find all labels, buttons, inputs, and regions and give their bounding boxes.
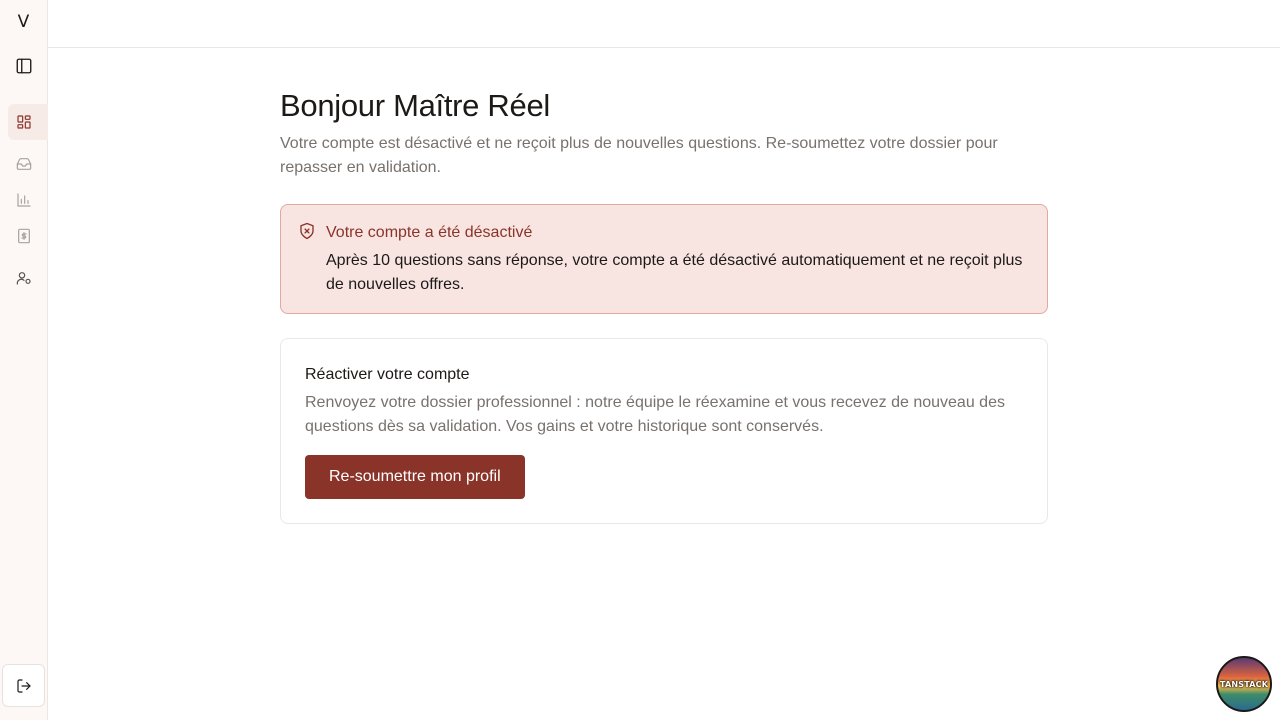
sidebar-item-earnings[interactable] (8, 218, 48, 254)
card-title: Réactiver votre compte (305, 366, 470, 383)
deactivated-alert: Votre compte a été désactivé Après 10 qu… (280, 204, 1048, 314)
top-bar (48, 0, 1280, 48)
shield-x-icon (300, 222, 314, 240)
bar-chart-icon (17, 193, 31, 207)
logout-button[interactable] (2, 664, 45, 707)
card-body: Renvoyez votre dossier professionnel : n… (305, 394, 1005, 435)
tanstack-logo: TANSTACK (1219, 680, 1269, 689)
sidebar-item-stats[interactable] (8, 182, 48, 218)
sidebar-toggle-icon (16, 58, 32, 74)
dashboard-icon (17, 115, 31, 129)
sidebar-toggle-button[interactable] (8, 50, 40, 82)
inbox-icon (16, 158, 32, 170)
logout-icon (16, 678, 31, 693)
user-settings-icon (16, 272, 31, 285)
tanstack-devtools-button[interactable]: TANSTACK (1216, 656, 1272, 712)
alert-title: Votre compte a été désactivé (326, 224, 533, 241)
reactivate-card: Réactiver votre compte Renvoyez votre do… (280, 338, 1048, 524)
main-content: Bonjour Maître Réel Votre compte est dés… (280, 88, 1048, 524)
page-title: Bonjour Maître Réel (280, 88, 550, 123)
alert-body: Après 10 questions sans réponse, votre c… (326, 252, 1023, 293)
app-logo: V (17, 12, 30, 32)
sidebar: V (0, 0, 48, 720)
dollar-icon (18, 228, 30, 244)
page-subtitle: Votre compte est désactivé et ne reçoit … (280, 135, 998, 176)
sidebar-item-profile[interactable] (8, 260, 48, 296)
sidebar-item-dashboard[interactable] (8, 104, 48, 140)
resubmit-profile-button[interactable]: Re-soumettre mon profil (305, 455, 525, 499)
sidebar-item-inbox[interactable] (8, 146, 48, 182)
